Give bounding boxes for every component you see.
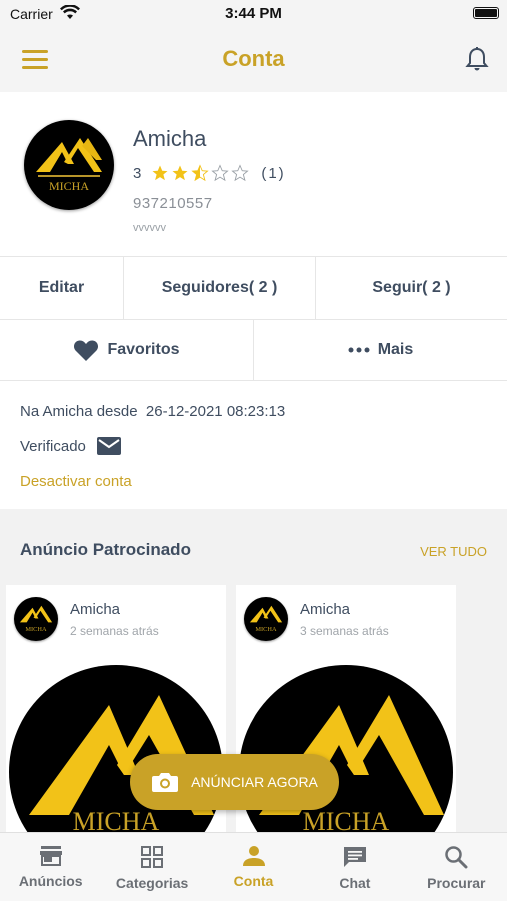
svg-text:MICHA: MICHA [255,626,277,633]
star-filled-icon [152,165,168,181]
deactivate-account-link[interactable]: Desactivar conta [20,473,132,490]
tab-anuncios[interactable]: Anúncios [0,833,101,901]
camera-icon [152,773,179,792]
chat-icon [343,847,366,867]
tab-chat[interactable]: Chat [304,833,405,901]
envelope-icon [96,437,121,455]
more-button[interactable]: Mais [254,320,507,380]
tab-conta[interactable]: Conta [203,833,304,901]
profile-actions: Editar Seguidores( 2 ) Seguir( 2 ) [0,257,507,319]
verified-label: Verificado [20,437,86,455]
nav-bar: Conta [0,28,507,92]
favorites-label: Favoritos [107,341,180,358]
see-all-link[interactable]: VER TUDO [420,544,487,559]
star-empty-icon [231,164,250,182]
star-filled-icon [172,165,188,181]
tab-label: Categorias [115,875,189,891]
post-ad-label: ANÚNCIAR AGORA [191,774,318,790]
more-label: Mais [377,341,414,358]
tab-label: Anúncios [18,873,83,889]
svg-text:MICHA: MICHA [73,807,160,832]
profile-header: MICHA Amicha 3 (1) 937210557 vvvvvv [0,92,507,256]
svg-text:MICHA: MICHA [49,179,89,193]
star-empty-icon [211,164,230,182]
grid-icon [141,846,164,868]
more-dots-icon [348,347,370,353]
svg-text:MICHA: MICHA [303,807,390,832]
following-button[interactable]: Seguir( 2 ) [316,257,507,319]
clock: 3:44 PM [225,5,282,22]
profile-description: vvvvvv [133,222,166,234]
rating-value: 3 [133,164,142,182]
verified-row: Verificado [20,436,122,456]
avatar[interactable]: MICHA [24,120,114,210]
profile-actions-secondary: Favoritos Mais [0,320,507,380]
store-icon [39,846,62,866]
star-half-icon [191,164,210,182]
svg-text:MICHA: MICHA [25,626,47,633]
member-since-label: Na Amicha desde [20,403,138,420]
profile-name: Amicha [133,126,207,151]
tab-label: Chat [339,875,371,891]
tab-categorias[interactable]: Categorias [101,833,202,901]
micha-logo: MICHA [249,605,283,633]
followers-button[interactable]: Seguidores( 2 ) [124,257,316,319]
avatar: MICHA [244,597,288,641]
micha-logo: MICHA [19,605,53,633]
sponsored-title: Anúncio Patrocinado [20,540,191,559]
micha-logo: MICHA [36,138,102,193]
avatar: MICHA [14,597,58,641]
member-since-date: 26-12-2021 08:23:13 [145,403,286,420]
rating-count: (1) [261,164,286,182]
tab-label: Conta [233,873,274,889]
person-icon [242,846,265,866]
member-since: Na Amicha desde 26-12-2021 08:23:13 [20,403,285,420]
tab-procurar[interactable]: Procurar [406,833,507,901]
card-name: Amicha [300,601,351,618]
edit-button[interactable]: Editar [0,257,124,319]
rating-stars [151,164,250,182]
card-time: 2 semanas atrás [70,624,159,638]
search-icon [445,846,468,869]
bell-icon[interactable] [465,46,489,72]
phone-number: 937210557 [133,195,213,212]
tab-label: Procurar [427,875,486,891]
post-ad-button[interactable]: ANÚNCIAR AGORA [130,754,339,810]
rating: 3 (1) [133,164,286,182]
favorites-button[interactable]: Favoritos [0,320,254,380]
card-time: 3 semanas atrás [300,624,389,638]
status-bar: Carrier 3:44 PM [0,0,507,28]
page-title: Conta [222,46,285,71]
account-info: Na Amicha desde 26-12-2021 08:23:13 Veri… [0,381,507,509]
battery-icon [473,7,499,19]
heart-icon [74,340,99,361]
card-name: Amicha [70,601,121,618]
tab-bar: Anúncios Categorias Conta Chat Procurar [0,832,507,901]
